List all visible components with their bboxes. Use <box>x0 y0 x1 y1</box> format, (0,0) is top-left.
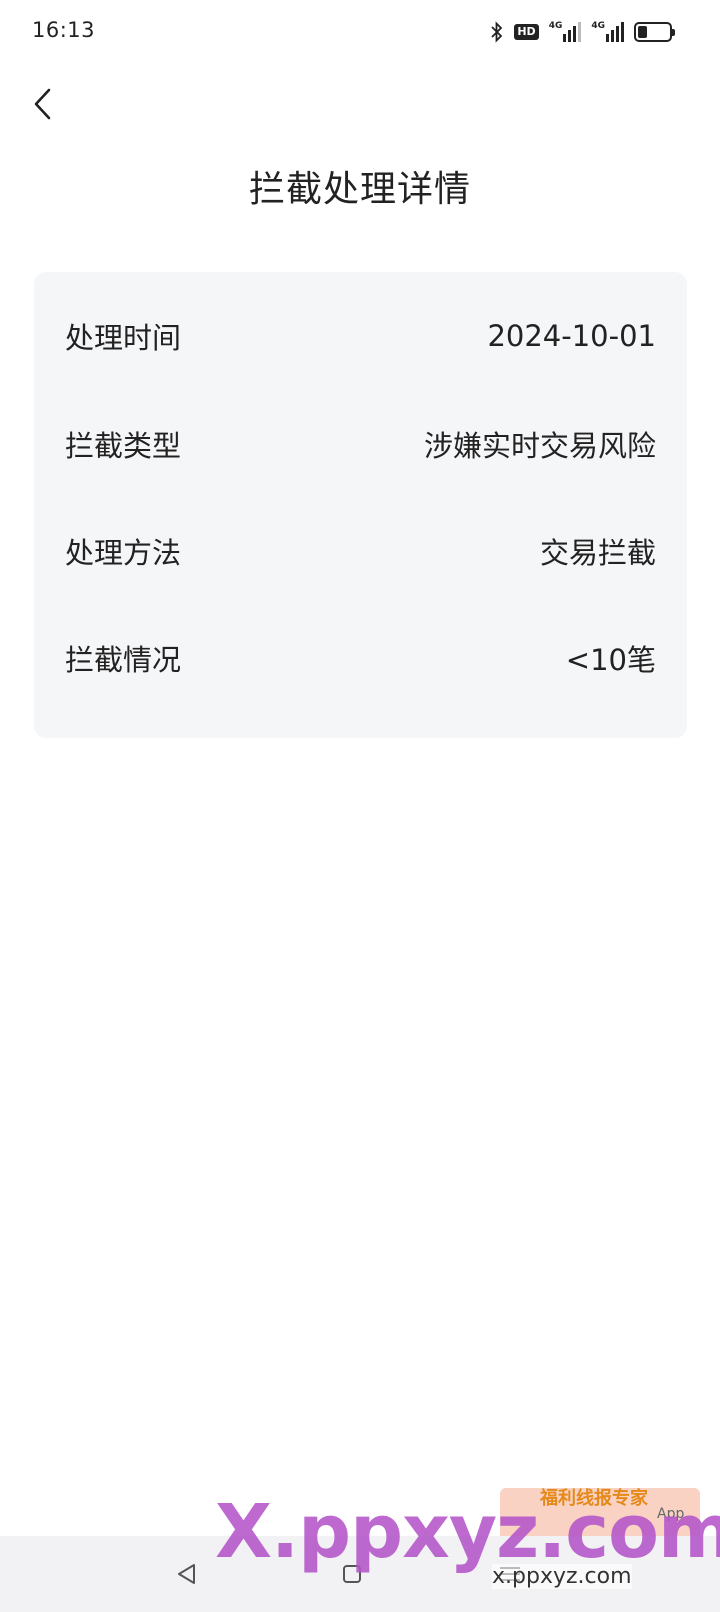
detail-label: 拦截情况 <box>65 643 182 677</box>
detail-row-method: 处理方法 交易拦截 <box>65 521 656 581</box>
status-icons: HD 4G 4G <box>490 20 675 44</box>
detail-value: 交易拦截 <box>539 536 656 570</box>
battery-fill <box>638 26 647 38</box>
page: 16:13 HD 4G 4G 拦截处理详情 处理时间 2024-10-01 拦截… <box>0 0 720 1612</box>
battery-icon <box>634 22 675 42</box>
detail-value: 2024-10-01 <box>487 319 656 353</box>
watermark-logo: X.ppxyz.com <box>215 1489 720 1575</box>
detail-label: 处理方法 <box>65 536 182 570</box>
bluetooth-icon <box>490 21 504 43</box>
status-time: 16:13 <box>32 18 96 42</box>
detail-label: 拦截类型 <box>65 429 182 463</box>
hd-icon: HD <box>514 24 539 40</box>
detail-row-type: 拦截类型 涉嫌实时交易风险 <box>65 414 656 474</box>
chevron-left-icon <box>34 88 51 120</box>
detail-row-status: 拦截情况 <10笔 <box>65 628 656 688</box>
detail-value: 涉嫌实时交易风险 <box>423 429 656 463</box>
signal-4g-icon: 4G <box>549 22 582 42</box>
watermark-url: x.ppxyz.com <box>492 1564 632 1589</box>
signal-4g-icon: 4G <box>591 22 624 42</box>
page-title: 拦截处理详情 <box>248 169 471 210</box>
detail-card: 处理时间 2024-10-01 拦截类型 涉嫌实时交易风险 处理方法 交易拦截 … <box>34 272 687 738</box>
network-label: 4G <box>591 21 605 31</box>
status-bar: 16:13 HD 4G 4G <box>0 0 720 62</box>
back-button[interactable] <box>20 82 64 126</box>
network-label: 4G <box>548 21 563 31</box>
detail-value: <10笔 <box>565 643 656 677</box>
triangle-back-icon <box>178 1564 195 1584</box>
nav-back-button[interactable] <box>166 1556 206 1592</box>
detail-label: 处理时间 <box>65 321 182 355</box>
detail-row-time: 处理时间 2024-10-01 <box>65 306 656 366</box>
